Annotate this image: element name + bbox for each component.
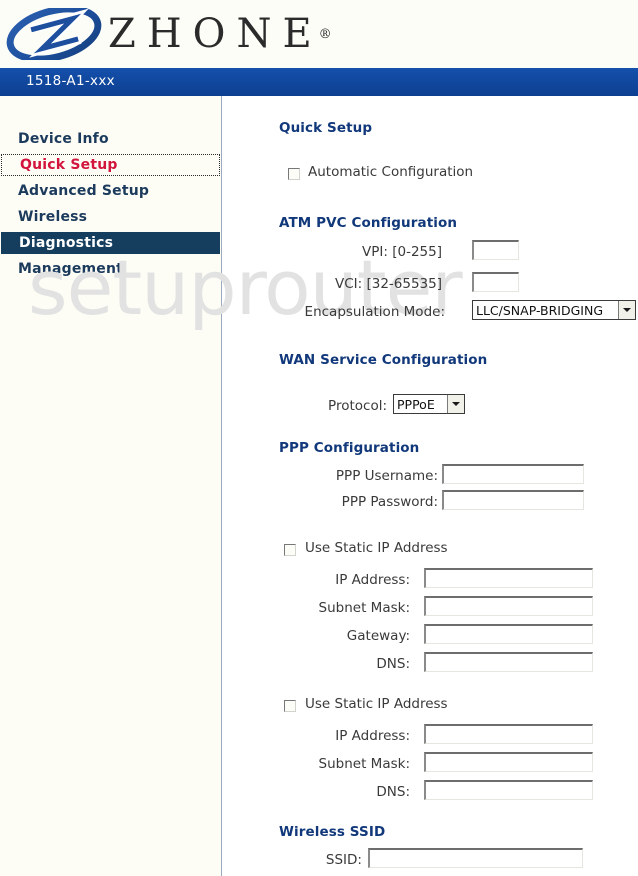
static-ip-lan-ip-input[interactable] (424, 724, 593, 744)
encapsulation-mode-value: LLC/SNAP-BRIDGING (476, 302, 604, 318)
static-ip-wan-ip-input[interactable] (424, 568, 593, 588)
static-ip-wan-gateway-label: Gateway: (346, 628, 410, 644)
static-ip-wan-gateway-input[interactable] (424, 624, 593, 644)
sidebar-item-advanced-setup[interactable]: Advanced Setup (0, 180, 221, 202)
vpi-input[interactable] (472, 240, 519, 260)
automatic-configuration-checkbox[interactable] (288, 168, 300, 180)
sidebar-item-label: Device Info (18, 131, 109, 147)
main-content: Quick Setup Automatic Configuration ATM … (223, 96, 638, 876)
page-title: Quick Setup (279, 120, 373, 136)
ppp-section-title: PPP Configuration (279, 440, 420, 456)
chevron-down-icon[interactable] (447, 395, 464, 413)
sidebar-item-label: Advanced Setup (18, 183, 150, 199)
ssid-input[interactable] (368, 848, 583, 868)
ssid-label: SSID: (325, 852, 362, 868)
sidebar-item-label: Wireless (18, 209, 88, 225)
sidebar-item-label: Management (18, 261, 124, 277)
chevron-down-icon[interactable] (618, 301, 635, 319)
brand-wordmark: ZHONE ® (108, 8, 332, 60)
protocol-label: Protocol: (328, 398, 387, 414)
model-banner: 1518-A1-xxx (0, 68, 638, 96)
vci-input[interactable] (472, 272, 519, 292)
static-ip-lan-subnet-label: Subnet Mask: (318, 756, 410, 772)
use-static-ip-wan-checkbox[interactable] (284, 544, 296, 556)
encapsulation-mode-label: Encapsulation Mode: (304, 304, 445, 320)
encapsulation-mode-select[interactable]: LLC/SNAP-BRIDGING (472, 300, 636, 320)
ppp-password-input[interactable] (442, 490, 584, 510)
zhone-oval-z-logo-icon (6, 5, 102, 63)
use-static-ip-wan-label: Use Static IP Address (305, 540, 448, 556)
atm-pvc-section-title: ATM PVC Configuration (279, 215, 458, 231)
vci-label: VCI: [32-65535] (334, 276, 442, 292)
static-ip-wan-subnet-label: Subnet Mask: (318, 600, 410, 616)
static-ip-wan-ip-label: IP Address: (335, 572, 410, 588)
sidebar-item-label: Diagnostics (19, 235, 114, 251)
ppp-username-label: PPP Username: (335, 468, 438, 484)
model-name: 1518-A1-xxx (26, 73, 115, 89)
static-ip-wan-dns-input[interactable] (424, 652, 593, 672)
protocol-select[interactable]: PPPoE (393, 394, 465, 414)
static-ip-wan-dns-label: DNS: (376, 656, 410, 672)
static-ip-wan-subnet-input[interactable] (424, 596, 593, 616)
page-header: ZHONE ® (0, 0, 638, 68)
static-ip-lan-dns-label: DNS: (376, 784, 410, 800)
use-static-ip-lan-checkbox[interactable] (284, 700, 296, 712)
ppp-username-input[interactable] (442, 464, 584, 484)
sidebar-item-diagnostics[interactable]: Diagnostics (1, 232, 220, 254)
brand-name: ZHONE (108, 11, 323, 57)
static-ip-lan-ip-label: IP Address: (335, 728, 410, 744)
wireless-ssid-section-title: Wireless SSID (279, 824, 386, 840)
automatic-configuration-label: Automatic Configuration (308, 164, 474, 180)
sidebar-item-label: Quick Setup (20, 157, 118, 173)
vpi-label: VPI: [0-255] (362, 244, 442, 260)
sidebar-item-quick-setup[interactable]: Quick Setup (1, 154, 220, 176)
sidebar-item-wireless[interactable]: Wireless (0, 206, 221, 228)
sidebar-navigation: Device Info Quick Setup Advanced Setup W… (0, 96, 222, 876)
wan-service-section-title: WAN Service Configuration (279, 352, 488, 368)
static-ip-lan-dns-input[interactable] (424, 780, 593, 800)
protocol-value: PPPoE (397, 396, 435, 412)
static-ip-lan-subnet-input[interactable] (424, 752, 593, 772)
ppp-password-label: PPP Password: (341, 494, 438, 510)
sidebar-item-device-info[interactable]: Device Info (0, 128, 221, 150)
registered-trademark-icon: ® (318, 26, 332, 42)
sidebar-item-management[interactable]: Management (0, 258, 221, 280)
use-static-ip-lan-label: Use Static IP Address (305, 696, 448, 712)
